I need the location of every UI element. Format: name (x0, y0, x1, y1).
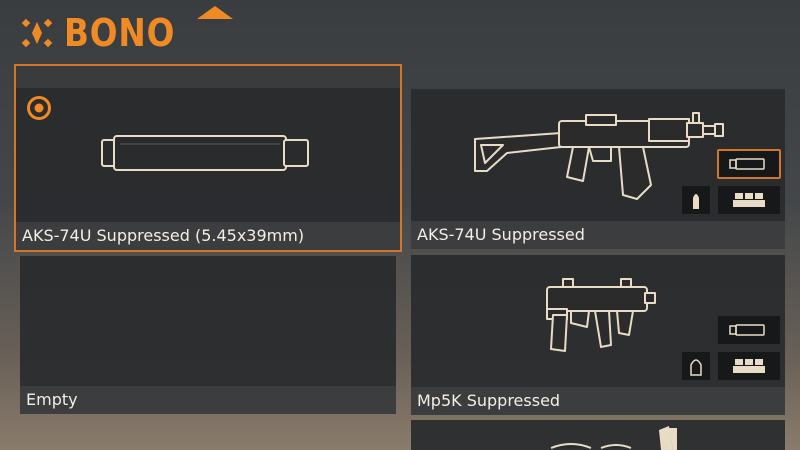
vest-icon (550, 426, 677, 450)
suppressor-icon (101, 135, 309, 171)
magazine-stack-icon (733, 359, 765, 373)
slot-topbar (16, 66, 400, 88)
header: BONO (20, 10, 193, 56)
suppressor-image (16, 88, 400, 222)
suppressor-mini-icon (729, 324, 765, 336)
suppressor-mini-icon (729, 158, 765, 170)
card-label: AKS-74U Suppressed (411, 221, 785, 249)
mp5k-image (411, 255, 785, 387)
page-title: BONO (64, 11, 176, 55)
magazine-button[interactable] (717, 185, 781, 215)
empty-slot-image (20, 256, 396, 386)
selection-caret-icon (197, 6, 233, 19)
mp5k-weapon-card[interactable]: Mp5K Suppressed (411, 255, 785, 415)
attachment-suppressor-button[interactable] (717, 315, 781, 345)
next-item-card[interactable] (411, 420, 785, 450)
magazine-stack-icon (733, 193, 765, 207)
attachment-suppressor-button[interactable] (717, 149, 781, 179)
bono-emblem-icon (21, 18, 53, 48)
ammo-type-button[interactable] (681, 351, 711, 381)
bullet-icon (690, 359, 702, 376)
card-label: Mp5K Suppressed (411, 387, 785, 415)
ammo-type-button[interactable] (681, 185, 711, 215)
equipped-target-icon (27, 96, 51, 120)
suppressor-slot-card[interactable]: AKS-74U Suppressed (5.45x39mm) (14, 64, 402, 252)
aks74u-image (411, 89, 785, 221)
card-label: Empty (20, 386, 396, 414)
card-label: AKS-74U Suppressed (5.45x39mm) (16, 222, 400, 250)
aks74u-weapon-card[interactable]: AKS-74U Suppressed (411, 89, 785, 249)
bullet-icon (693, 194, 699, 209)
empty-slot-card[interactable]: Empty (20, 256, 396, 414)
magazine-button[interactable] (717, 351, 781, 381)
